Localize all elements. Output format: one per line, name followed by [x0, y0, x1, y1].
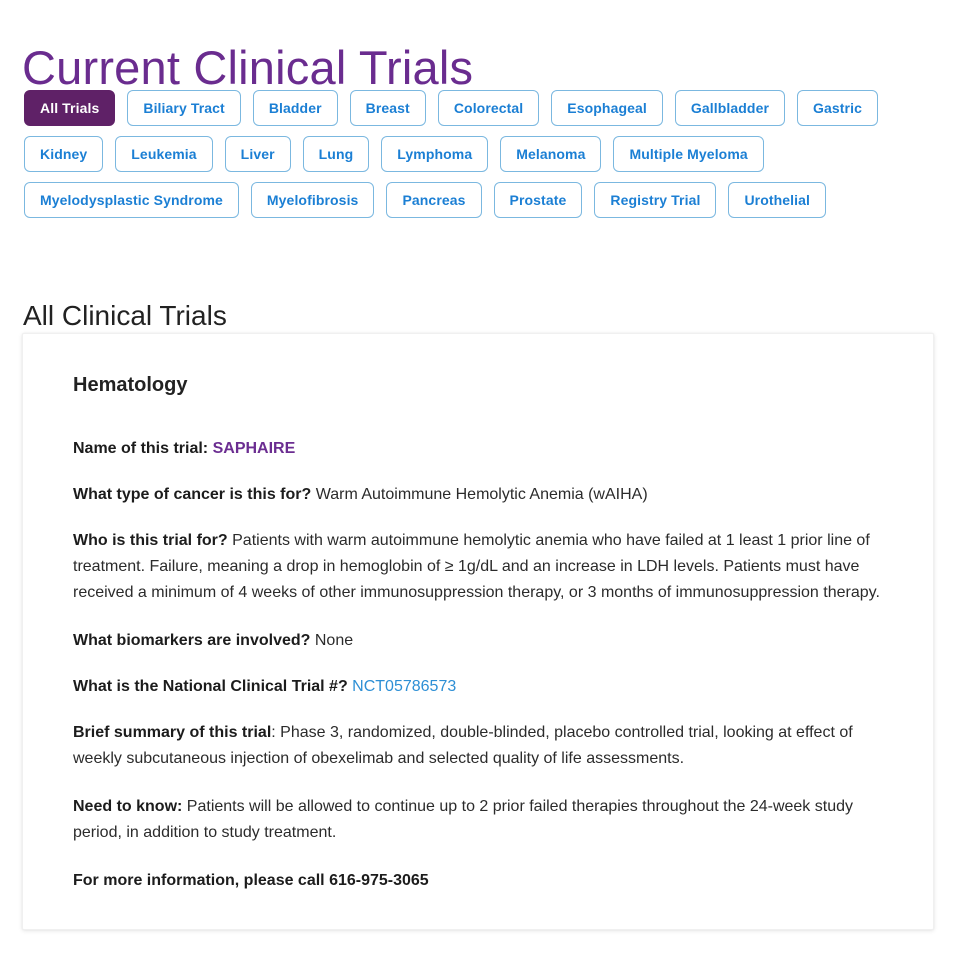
trial-name-label: Name of this trial:: [73, 440, 209, 457]
filter-chip-registry-trial[interactable]: Registry Trial: [594, 182, 717, 218]
cancer-type-value: Warm Autoimmune Hemolytic Anemia (wAIHA): [315, 486, 648, 503]
brief-summary-label: Brief summary of this trial: [73, 724, 272, 741]
trial-name-field: Name of this trial: SAPHAIRE: [73, 436, 893, 462]
filter-chip-gallbladder[interactable]: Gallbladder: [674, 90, 786, 126]
biomarkers-value: None: [314, 632, 354, 649]
nct-number-link[interactable]: NCT05786573: [352, 678, 456, 695]
filter-chip-pancreas[interactable]: Pancreas: [386, 182, 482, 218]
brief-summary-field: Brief summary of this trial: Phase 3, ra…: [73, 720, 885, 772]
filter-chip-melanoma[interactable]: Melanoma: [500, 136, 602, 172]
filter-chip-liver[interactable]: Liver: [224, 136, 291, 172]
need-to-know-field: Need to know: Patients will be allowed t…: [73, 794, 885, 846]
nct-number-label: What is the National Clinical Trial #?: [73, 678, 348, 695]
cancer-type-label: What type of cancer is this for?: [73, 486, 312, 503]
trial-category-title: Hematology: [73, 374, 188, 396]
filter-chip-multiple-myeloma[interactable]: Multiple Myeloma: [613, 136, 764, 172]
trial-name-link[interactable]: SAPHAIRE: [213, 440, 296, 457]
filter-chip-prostate[interactable]: Prostate: [493, 182, 583, 218]
cancer-type-filter-bar: All Trials Biliary Tract Bladder Breast Colo…: [24, 90, 924, 218]
filter-chip-all-trials[interactable]: All Trials: [24, 90, 116, 126]
cancer-type-field: What type of cancer is this for? Warm Au…: [73, 482, 893, 508]
page-title: Current Clinical Trials: [22, 41, 474, 95]
biomarkers-label: What biomarkers are involved?: [73, 632, 311, 649]
filter-chip-gastric[interactable]: Gastric: [797, 90, 878, 126]
filter-chip-bladder[interactable]: Bladder: [252, 90, 338, 126]
biomarkers-field: What biomarkers are involved? None: [73, 628, 893, 654]
filter-chip-colorectal[interactable]: Colorectal: [437, 90, 540, 126]
filter-chip-leukemia[interactable]: Leukemia: [115, 136, 213, 172]
clinical-trials-page: Current Clinical Trials All Trials Biliar…: [0, 0, 956, 956]
trial-card: Hematology Name of this trial: SAPHAIRE …: [22, 333, 934, 930]
filter-chip-myelofibrosis[interactable]: Myelofibrosis: [250, 182, 375, 218]
filter-chip-urothelial[interactable]: Urothelial: [728, 182, 827, 218]
filter-chip-lung[interactable]: Lung: [302, 136, 370, 172]
section-heading: All Clinical Trials: [23, 300, 227, 332]
filter-chip-lymphoma[interactable]: Lymphoma: [381, 136, 489, 172]
filter-chip-myelodysplastic-syndrome[interactable]: Myelodysplastic Syndrome: [24, 182, 239, 218]
trial-card-body: Hematology Name of this trial: SAPHAIRE …: [23, 334, 933, 894]
filter-chip-biliary-tract[interactable]: Biliary Tract: [127, 90, 241, 126]
filter-chip-esophageal[interactable]: Esophageal: [551, 90, 663, 126]
eligibility-label: Who is this trial for?: [73, 532, 228, 549]
filter-chip-breast[interactable]: Breast: [349, 90, 426, 126]
need-to-know-value: Patients will be allowed to continue up …: [73, 798, 853, 841]
filter-chip-kidney[interactable]: Kidney: [24, 136, 104, 172]
need-to-know-label: Need to know:: [73, 798, 183, 815]
eligibility-field: Who is this trial for? Patients with war…: [73, 528, 885, 606]
nct-number-field: What is the National Clinical Trial #? N…: [73, 674, 893, 700]
contact-info: For more information, please call 616-97…: [73, 872, 429, 889]
